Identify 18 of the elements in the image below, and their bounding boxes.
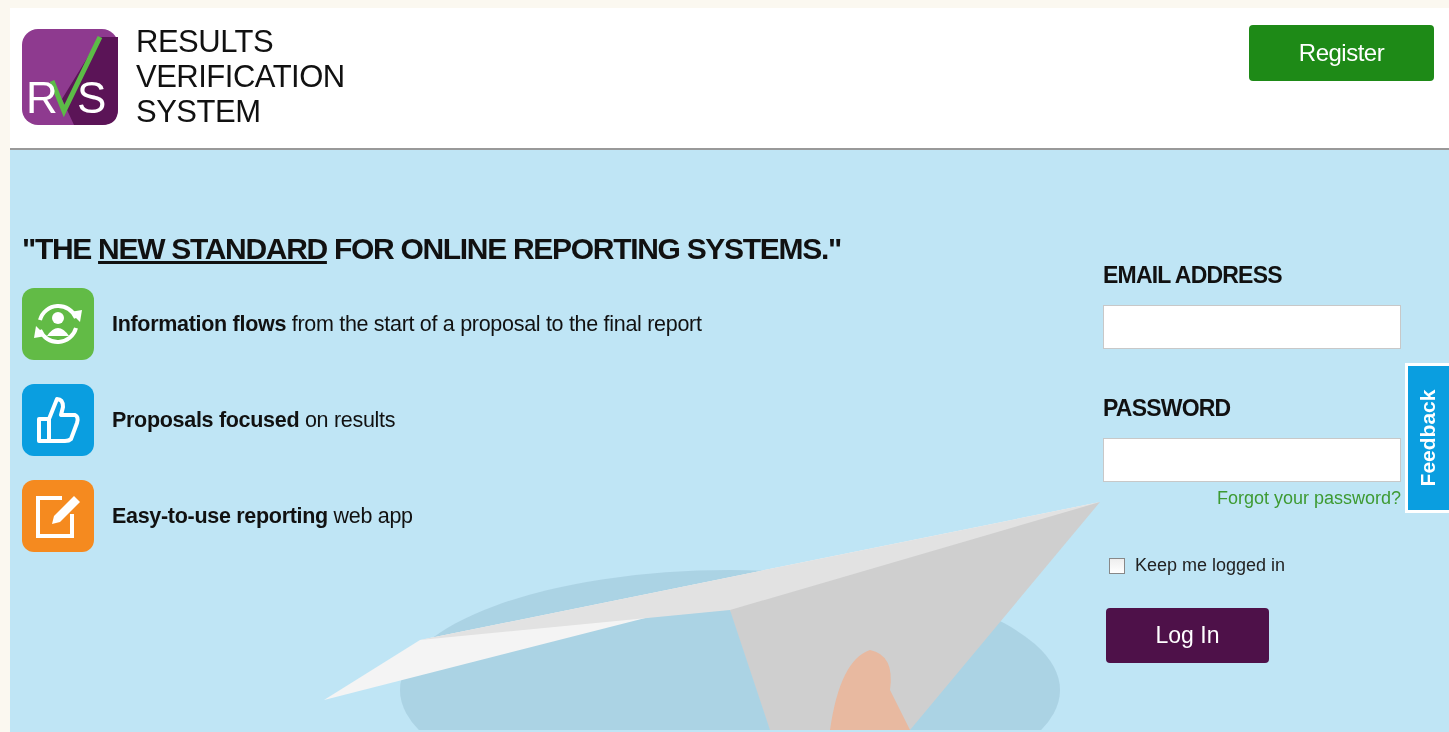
login-button[interactable]: Log In <box>1106 608 1269 663</box>
checkbox-label: Keep me logged in <box>1135 555 1286 576</box>
email-field[interactable] <box>1103 305 1401 349</box>
feedback-tab[interactable]: Feedback <box>1405 363 1449 513</box>
logo-text-line: SYSTEM <box>136 94 262 129</box>
password-field[interactable] <box>1103 438 1401 482</box>
logo-text-line: RESULTS <box>136 24 275 59</box>
headline: "THE NEW STANDARD FOR ONLINE REPORTING SYSTEMS." <box>22 232 842 266</box>
field-label: EMAIL ADDRESS <box>1103 262 1283 289</box>
new-standard-link[interactable]: NEW STANDARD <box>98 232 327 265</box>
keep-logged-in-checkbox[interactable] <box>1109 557 1125 574</box>
feature-text: Proposals focused on results <box>112 407 396 433</box>
logo-icon: R S <box>22 28 118 125</box>
register-button[interactable]: Register <box>1249 25 1434 81</box>
feature-text: Information flows from the start of a proposal to the final report <box>112 311 702 337</box>
logo-text-line: VERIFICATION <box>136 59 345 94</box>
feature-text: Easy-to-use reporting web app <box>112 503 413 529</box>
forgot-password-link[interactable]: Forgot your password? <box>1103 488 1401 509</box>
